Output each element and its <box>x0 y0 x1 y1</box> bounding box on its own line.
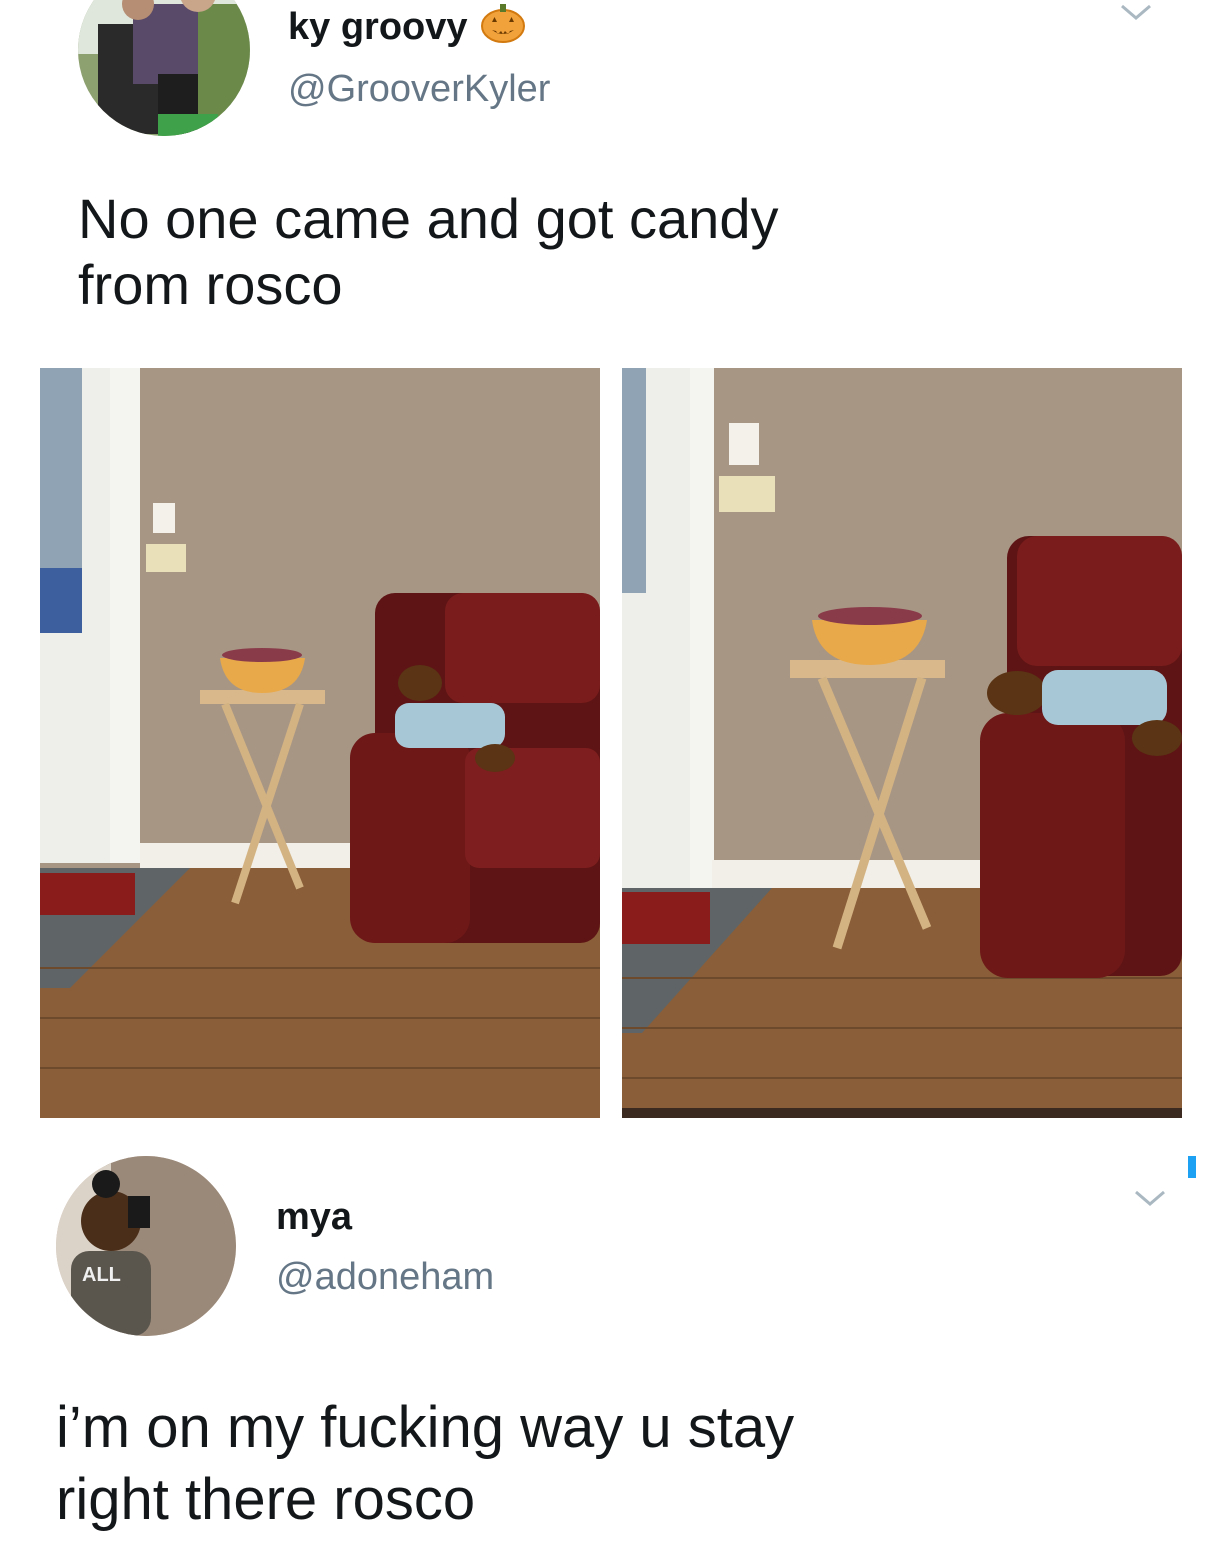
jack-o-lantern-icon <box>480 0 526 54</box>
svg-text:ALL: ALL <box>82 1264 121 1286</box>
tweet-text: i’m on my fucking way u stay right there… <box>56 1395 795 1532</box>
tweet-photo-1[interactable] <box>40 368 600 1118</box>
avatar[interactable] <box>78 0 250 136</box>
avatar[interactable]: ALL <box>56 1156 236 1336</box>
chevron-down-icon[interactable] <box>1116 0 1156 30</box>
scroll-indicator[interactable] <box>1188 1156 1196 1178</box>
display-name[interactable]: mya <box>276 1196 352 1239</box>
display-name[interactable]: ky groovy <box>288 0 526 54</box>
chevron-down-icon[interactable] <box>1130 1186 1170 1216</box>
tweet-text: No one came and got candy from rosco <box>78 187 779 316</box>
user-handle[interactable]: @GrooverKyler <box>288 68 550 111</box>
tweet-mya: ALL mya @adoneham i’m on my fucking way … <box>0 1140 1226 1564</box>
tweet-kygroovy: ky groovy @GrooverKyler No one came and … <box>0 0 1226 1130</box>
user-handle[interactable]: @adoneham <box>276 1256 494 1299</box>
tweet-photo-2[interactable] <box>622 368 1182 1118</box>
